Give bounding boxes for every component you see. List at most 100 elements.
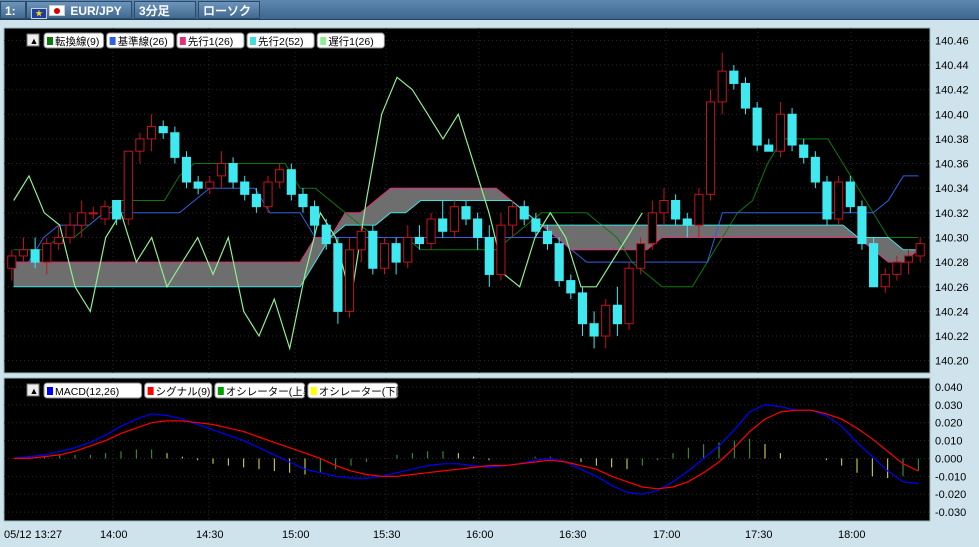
legend-label: オシレーター(下降) [319, 385, 410, 398]
candle-body [449, 206, 459, 232]
candle-body [705, 101, 716, 195]
macd-tick-label: -0.010 [935, 471, 966, 483]
toolbar: 1: ★ EUR/JPY 3分足 ローソク [0, 0, 979, 20]
candle-body [694, 193, 704, 226]
candle-body [88, 212, 98, 215]
legend-label: 遅行1(26) [328, 35, 374, 48]
candle-body [531, 218, 541, 232]
price-tick-label: 140.30 [935, 232, 969, 244]
collapse-arrow-icon: ▲ [30, 386, 39, 396]
timeframe-selector[interactable]: 3分足 [134, 1, 196, 19]
candle-body [903, 255, 914, 263]
chart-frame: 140.46 140.44 140.42 140.40 140.38 140.36 140.… [0, 21, 979, 542]
candle-body [438, 218, 448, 232]
candle-body [554, 243, 564, 282]
legend-swatch [250, 37, 256, 45]
candle-body [764, 144, 774, 152]
candle-body [77, 212, 87, 226]
candle-body [379, 243, 390, 269]
candle-body [216, 163, 227, 177]
candle-body [146, 126, 157, 140]
macd-tick-label: -0.030 [935, 507, 966, 519]
candle-body [717, 70, 727, 103]
candle-body [53, 236, 63, 245]
candle-body [228, 163, 238, 183]
candle-body [18, 249, 29, 257]
chart-type-label: ローソク [203, 4, 252, 18]
candle-body [356, 230, 366, 251]
candle-body [158, 126, 168, 134]
price-tick-label: 140.42 [935, 85, 969, 97]
candle-body [869, 243, 879, 288]
legend-label: 先行1(26) [188, 35, 234, 48]
time-tick-label: 17:00 [653, 529, 681, 541]
legend-label: シグナル(9) [156, 385, 211, 398]
candle-body [461, 206, 471, 220]
currency-pair-selector[interactable]: ★ EUR/JPY [26, 1, 132, 19]
candle-body [65, 224, 75, 238]
candle-body [368, 230, 378, 269]
candle-body [473, 218, 483, 238]
candle-body [915, 243, 925, 257]
timeframe-label: 3分足 [139, 4, 170, 18]
price-tick-label: 140.36 [935, 159, 969, 171]
candle-body [787, 113, 797, 146]
macd-panel[interactable] [3, 377, 931, 522]
candle-body [205, 181, 215, 189]
chart-svg[interactable]: 140.46 140.44 140.42 140.40 140.38 140.36 140.… [0, 21, 979, 542]
time-tick-label: 05/12 13:27 [4, 529, 62, 541]
candle-body [100, 206, 110, 220]
candle-body [810, 156, 820, 183]
macd-tick-label: 0.010 [935, 436, 963, 448]
price-tick-label: 140.28 [935, 257, 969, 269]
candle-body [845, 181, 855, 208]
legend-label: 基準線(26) [118, 35, 168, 48]
chart-type-selector[interactable]: ローソク [198, 1, 260, 19]
candle-body [892, 261, 902, 275]
price-tick-label: 140.20 [935, 356, 969, 368]
candle-body [589, 323, 599, 337]
candle-body [275, 169, 285, 183]
legend-label: 転換線(9) [55, 35, 99, 48]
legend-label: MACD(12,26) [55, 386, 119, 398]
time-tick-label: 17:30 [745, 529, 773, 541]
macd-tick-label: -0.020 [935, 489, 966, 501]
legend-swatch [47, 387, 53, 395]
currency-pair-label: EUR/JPY [70, 4, 122, 18]
collapse-arrow-icon: ▲ [30, 36, 39, 46]
candle-body [624, 267, 634, 325]
candle-body [286, 169, 296, 195]
price-tick-label: 140.32 [935, 208, 969, 220]
candle-body [659, 200, 669, 214]
time-tick-label: 18:00 [838, 529, 866, 541]
eu-flag-icon: ★ [31, 8, 47, 19]
legend-swatch [217, 387, 224, 395]
candle-body [566, 280, 576, 294]
price-tick-label: 140.24 [935, 306, 969, 318]
price-tick-label: 140.38 [935, 134, 969, 146]
jp-flag-icon [49, 5, 65, 16]
time-tick-label: 16:00 [466, 529, 494, 541]
candle-body [7, 255, 17, 269]
candle-body [333, 243, 343, 312]
candle-body [775, 113, 786, 152]
time-axis: 05/12 13:27 14:00 14:30 15:00 15:30 16:00 16:3… [4, 529, 866, 541]
candle-body [391, 243, 401, 263]
legend-label: オシレーター(上昇) [226, 386, 317, 398]
candle-body [414, 236, 424, 245]
candle-body [321, 224, 331, 245]
candle-body [484, 236, 494, 275]
price-tick-label: 140.26 [935, 282, 969, 294]
price-tick-label: 140.34 [935, 183, 969, 195]
candle-body [240, 181, 250, 195]
candle-body [298, 193, 308, 208]
candle-body [671, 200, 681, 220]
candle-body [729, 70, 739, 84]
legend-swatch [320, 37, 327, 45]
candle-body [647, 212, 657, 245]
time-tick-label: 16:30 [559, 529, 587, 541]
candle-body [263, 181, 273, 208]
legend-label: 先行2(52) [258, 35, 304, 48]
legend-swatch [310, 387, 317, 395]
candle-body [30, 249, 40, 263]
